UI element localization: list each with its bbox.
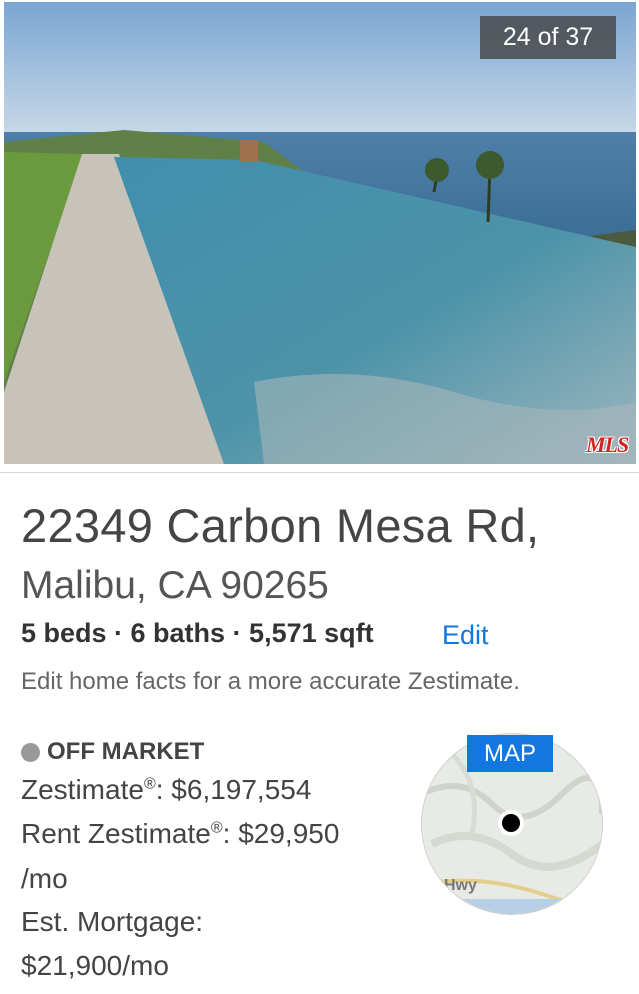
mortgage-label: Est. Mortgage: <box>21 906 204 937</box>
mortgage-value: $21,900/mo <box>21 950 169 981</box>
rent-unit: /mo <box>21 863 68 894</box>
map-road-label: Hwy <box>444 877 477 894</box>
registered-mark: ® <box>143 775 156 793</box>
edit-facts-link[interactable]: Edit <box>442 620 489 651</box>
rent-zestimate-label: Rent Zestimate <box>21 818 211 849</box>
mls-logo: MLS <box>586 432 629 457</box>
registered-mark: ® <box>210 819 223 837</box>
zestimate-value: : $6,197,554 <box>155 774 312 805</box>
pool-photo-image <box>4 2 636 464</box>
status-dot-icon <box>21 742 40 762</box>
listing-photo[interactable]: 24 of 37 MLS <box>4 2 636 464</box>
map-button[interactable]: MAP <box>467 735 553 772</box>
rent-zestimate-line: Rent Zestimate®: $29,950 <box>21 818 339 850</box>
zestimate-label: Zestimate <box>21 774 144 805</box>
location-pin-icon <box>502 814 520 832</box>
zestimate-line: Zestimate®: $6,197,554 <box>21 774 311 806</box>
rent-zestimate-value: : $29,950 <box>222 818 340 849</box>
photo-counter: 24 of 37 <box>480 16 616 59</box>
section-divider <box>0 472 639 473</box>
street-address: 22349 Carbon Mesa Rd, <box>21 499 540 552</box>
status-label: OFF MARKET <box>47 738 205 765</box>
city-state-zip: Malibu, CA 90265 <box>21 564 329 607</box>
home-facts: 5 beds · 6 baths · 5,571 sqft <box>21 618 374 648</box>
edit-facts-hint: Edit home facts for a more accurate Zest… <box>21 668 520 695</box>
status-badge: OFF MARKET <box>21 738 204 766</box>
